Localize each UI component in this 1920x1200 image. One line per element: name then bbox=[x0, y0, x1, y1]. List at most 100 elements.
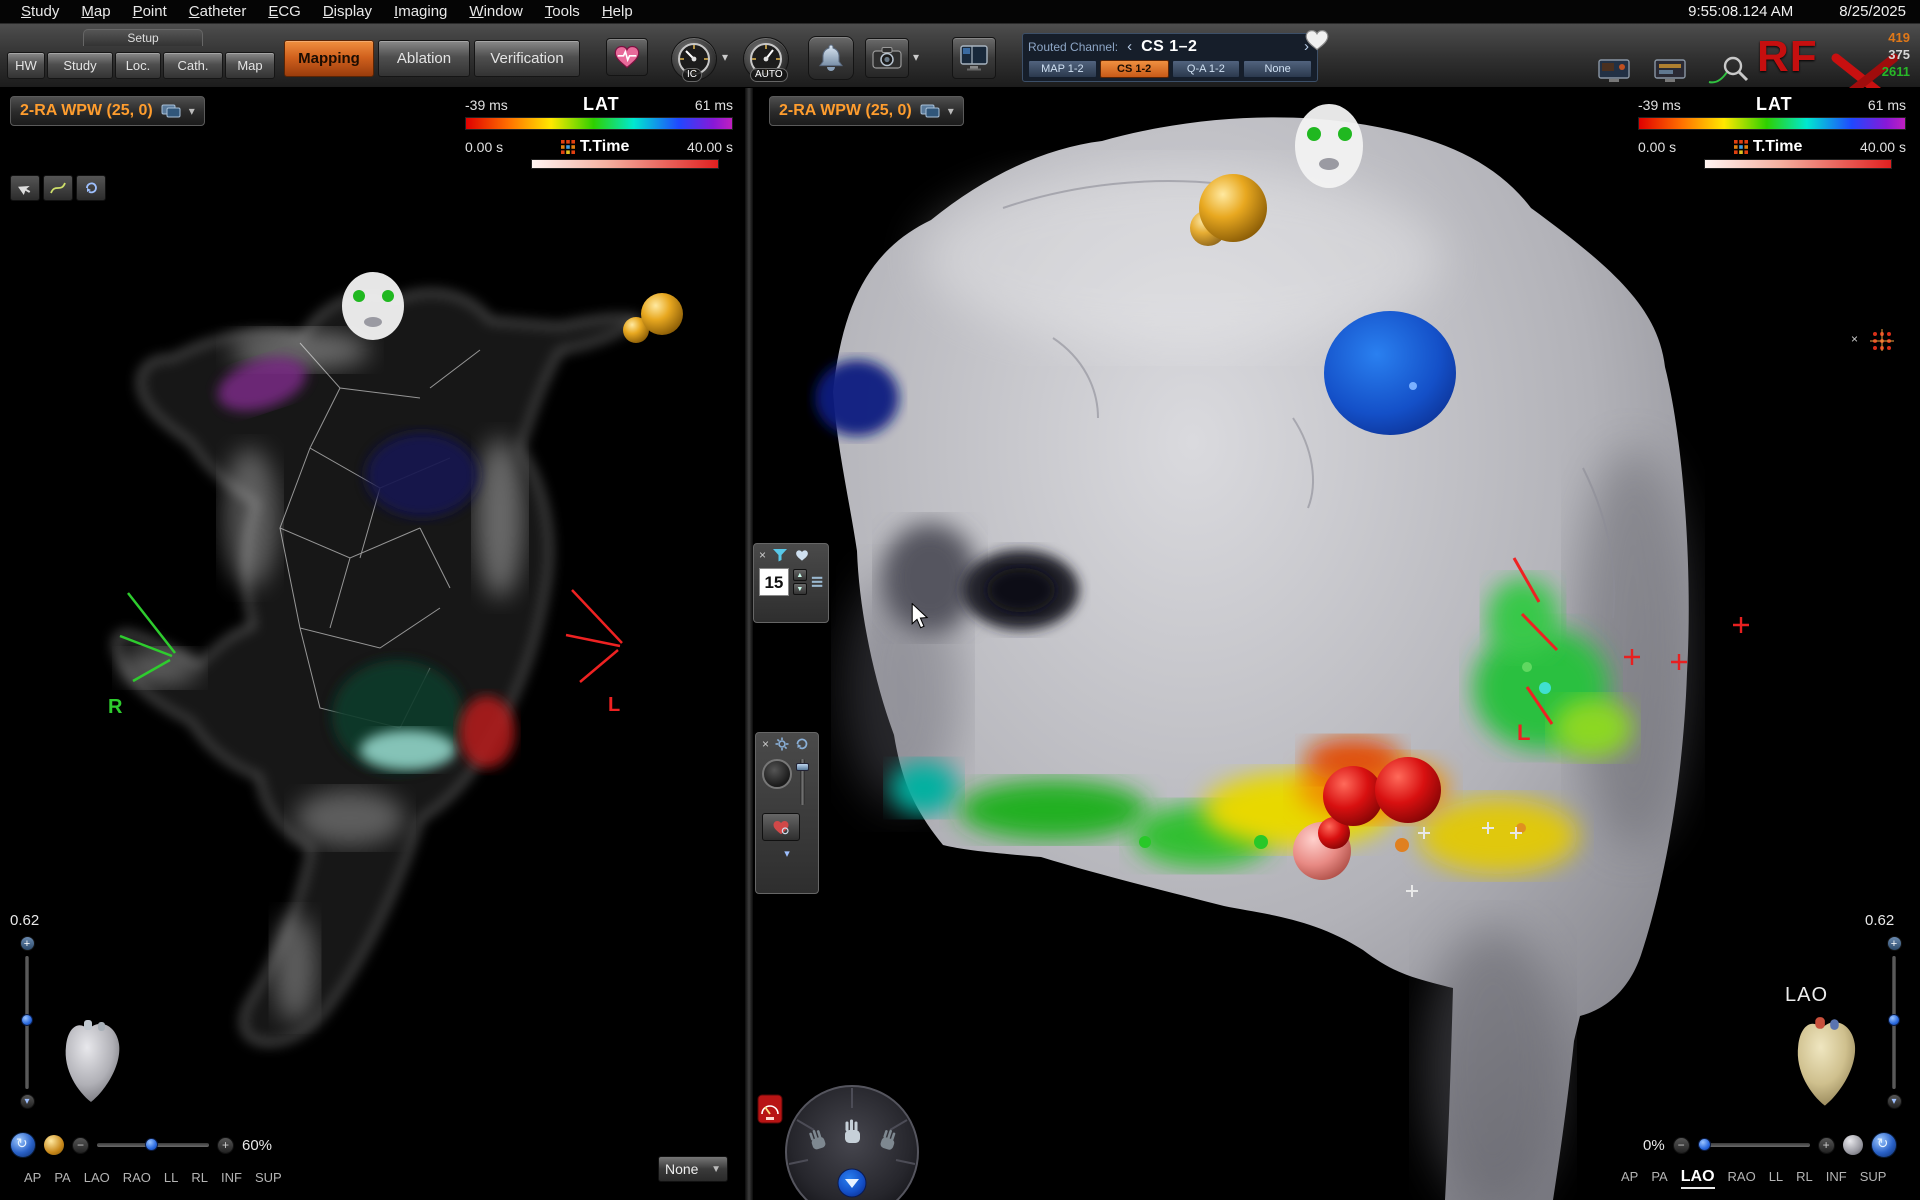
orient-ll-button[interactable]: LL bbox=[164, 1170, 178, 1185]
channel-none-button[interactable]: None bbox=[1243, 60, 1312, 78]
lat-color-bar[interactable] bbox=[465, 117, 733, 130]
setup-cath-button[interactable]: Cath. bbox=[163, 52, 223, 79]
ttime-grid-icon[interactable] bbox=[561, 140, 575, 154]
archive-monitor-button[interactable] bbox=[1650, 57, 1690, 85]
sphere-size-icon[interactable] bbox=[1843, 1135, 1863, 1155]
orient-ll-button[interactable]: LL bbox=[1769, 1169, 1783, 1184]
tab-mapping[interactable]: Mapping bbox=[284, 40, 374, 77]
panel-expand-chevron-icon[interactable]: ▾ bbox=[762, 847, 812, 860]
menu-display[interactable]: Display bbox=[312, 2, 383, 21]
pointer-tool-button[interactable] bbox=[10, 175, 40, 201]
slider-handle[interactable] bbox=[21, 1014, 33, 1026]
orient-pa-button[interactable]: PA bbox=[1651, 1169, 1667, 1184]
orient-rl-button[interactable]: RL bbox=[191, 1170, 208, 1185]
map-dropdown-chevron-icon[interactable]: ▾ bbox=[189, 104, 195, 118]
snapshot-button[interactable] bbox=[865, 38, 909, 78]
zoom-slider-handle[interactable] bbox=[145, 1138, 158, 1151]
fill-threshold-button[interactable] bbox=[762, 759, 792, 789]
icce-catheter-ghost[interactable] bbox=[1295, 104, 1363, 188]
orient-lao-button[interactable]: LAO bbox=[84, 1170, 110, 1185]
zoom-in-button[interactable]: + bbox=[217, 1137, 234, 1154]
slider-down-button[interactable]: ▾ bbox=[20, 1094, 35, 1109]
orient-inf-button[interactable]: INF bbox=[1826, 1169, 1847, 1184]
zoom-in-button[interactable]: + bbox=[1818, 1137, 1835, 1154]
spline-tool-button[interactable] bbox=[43, 175, 73, 201]
acquire-point-button[interactable] bbox=[606, 38, 648, 76]
orient-pa-button[interactable]: PA bbox=[54, 1170, 70, 1185]
setup-hw-button[interactable]: HW bbox=[7, 52, 45, 79]
orientation-heart-icon[interactable] bbox=[1789, 1016, 1865, 1112]
map-visibility-icon[interactable] bbox=[161, 104, 181, 118]
orient-sup-button[interactable]: SUP bbox=[1860, 1169, 1887, 1184]
orient-ap-button[interactable]: AP bbox=[24, 1170, 41, 1185]
menu-imaging[interactable]: Imaging bbox=[383, 2, 458, 21]
alerts-bell-button[interactable] bbox=[808, 36, 854, 80]
panel-close-button[interactable]: × bbox=[762, 738, 769, 750]
slider-track[interactable] bbox=[1892, 956, 1896, 1089]
map-visibility-icon[interactable] bbox=[920, 104, 940, 118]
menu-catheter[interactable]: Catheter bbox=[178, 2, 258, 21]
threshold-slider-track[interactable] bbox=[800, 759, 805, 805]
view-rotation-icon[interactable] bbox=[10, 1132, 36, 1158]
point-count-input[interactable]: 15 bbox=[759, 568, 789, 596]
review-monitor-button[interactable] bbox=[1595, 57, 1633, 85]
menu-map[interactable]: Map bbox=[70, 2, 121, 21]
electrode-sphere[interactable] bbox=[641, 293, 683, 335]
menu-point[interactable]: Point bbox=[122, 2, 178, 21]
menu-window[interactable]: Window bbox=[458, 2, 533, 21]
left-map-viewport[interactable]: R L 2-RA WPW (25, 0) ▾ -39 ms LAT 61 ms … bbox=[0, 88, 745, 1200]
channel-map12-button[interactable]: MAP 1-2 bbox=[1028, 60, 1097, 78]
zoom-out-button[interactable]: − bbox=[1673, 1137, 1690, 1154]
setup-map-button[interactable]: Map bbox=[225, 52, 275, 79]
map-dropdown-chevron-icon[interactable]: ▾ bbox=[948, 104, 954, 118]
right-map-3d-view[interactable] bbox=[753, 88, 1920, 1200]
orient-rao-button[interactable]: RAO bbox=[123, 1170, 151, 1185]
channel-cs12-button[interactable]: CS 1-2 bbox=[1100, 60, 1169, 78]
orient-lao-button[interactable]: LAO bbox=[1681, 1168, 1715, 1189]
orient-sup-button[interactable]: SUP bbox=[255, 1170, 282, 1185]
icce-catheter-ghost[interactable] bbox=[342, 272, 404, 340]
view-rotation-icon[interactable] bbox=[1871, 1132, 1897, 1158]
right-map-viewport[interactable]: L 2-RA WPW (25, 0) ▾ -39 ms LAT 61 ms 0.… bbox=[753, 88, 1920, 1200]
screen-layout-button[interactable] bbox=[952, 37, 996, 79]
electrode-sphere[interactable] bbox=[1199, 174, 1267, 242]
pan-rotate-wheel[interactable] bbox=[781, 1082, 923, 1200]
viewport-divider[interactable] bbox=[745, 88, 753, 1200]
setup-study-button[interactable]: Study bbox=[47, 52, 113, 79]
rotate-tool-button[interactable] bbox=[76, 175, 106, 201]
zoom-slider-handle[interactable] bbox=[1698, 1138, 1711, 1151]
zoom-out-button[interactable]: − bbox=[72, 1137, 89, 1154]
filter-funnel-icon[interactable] bbox=[772, 548, 788, 562]
probe-connect-button[interactable] bbox=[1706, 54, 1752, 86]
menu-tools[interactable]: Tools bbox=[534, 2, 591, 21]
menu-ecg[interactable]: ECG bbox=[257, 2, 312, 21]
right-map-header[interactable]: 2-RA WPW (25, 0) ▾ bbox=[769, 96, 964, 126]
orientation-heart-icon[interactable] bbox=[58, 1018, 128, 1108]
orient-inf-button[interactable]: INF bbox=[221, 1170, 242, 1185]
sphere-size-icon[interactable] bbox=[44, 1135, 64, 1155]
ic-dropdown-chevron-icon[interactable]: ▾ bbox=[722, 50, 728, 64]
gear-icon[interactable] bbox=[775, 737, 789, 751]
tab-verification[interactable]: Verification bbox=[474, 40, 580, 77]
tab-ablation[interactable]: Ablation bbox=[378, 40, 470, 77]
menu-help[interactable]: Help bbox=[591, 2, 644, 21]
map-fill-select[interactable]: None ▼ bbox=[658, 1156, 728, 1182]
setup-loc-button[interactable]: Loc. bbox=[115, 52, 161, 79]
zoom-slider-track[interactable] bbox=[97, 1143, 209, 1147]
menu-study[interactable]: Study bbox=[10, 2, 70, 21]
snapshot-dropdown-chevron-icon[interactable]: ▾ bbox=[913, 50, 919, 64]
favorite-heart-icon[interactable] bbox=[1302, 28, 1332, 52]
panel-close-button[interactable]: × bbox=[1851, 333, 1858, 345]
list-grid-icon[interactable] bbox=[811, 575, 823, 589]
ttime-color-bar[interactable] bbox=[531, 159, 719, 169]
slider-plus-button[interactable]: + bbox=[20, 936, 35, 951]
threshold-slider-handle[interactable] bbox=[796, 763, 809, 771]
heart-display-button[interactable] bbox=[762, 813, 800, 841]
refresh-icon[interactable] bbox=[795, 737, 809, 751]
routed-prev-arrow[interactable]: ‹ bbox=[1124, 40, 1135, 54]
orient-rl-button[interactable]: RL bbox=[1796, 1169, 1813, 1184]
spinner-up-button[interactable]: ▲ bbox=[793, 569, 807, 581]
orient-ap-button[interactable]: AP bbox=[1621, 1169, 1638, 1184]
panel-close-button[interactable]: × bbox=[759, 549, 766, 561]
zoom-slider-track[interactable] bbox=[1698, 1143, 1810, 1147]
